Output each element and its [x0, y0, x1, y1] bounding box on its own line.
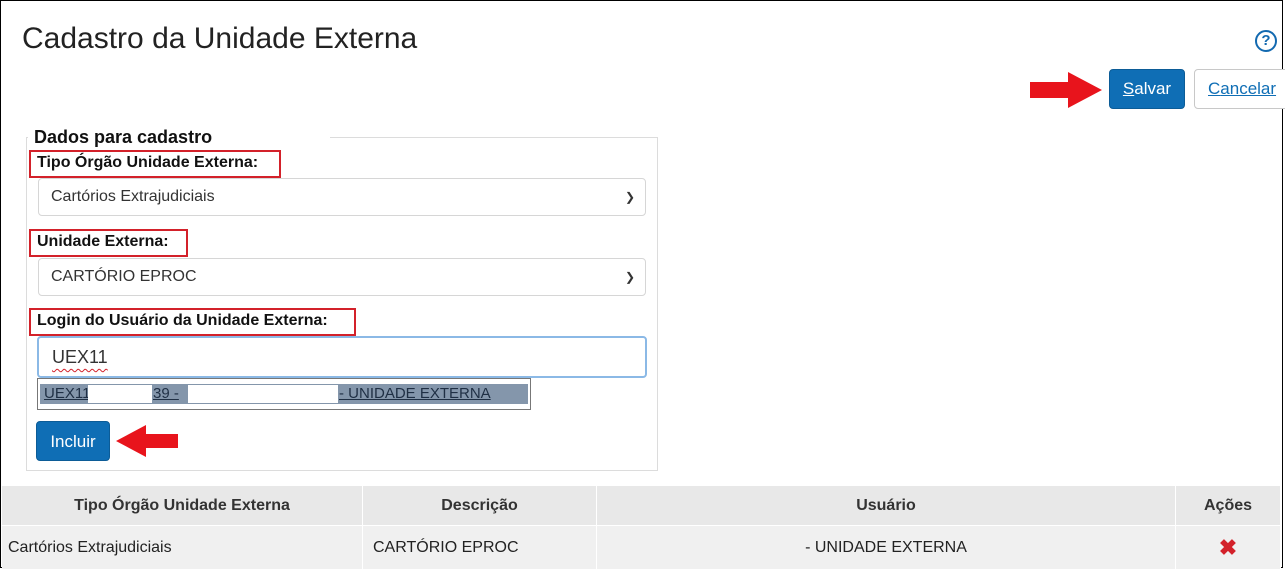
question-circle-icon[interactable]: ? [1255, 30, 1277, 52]
col-descricao-header: Descrição [362, 486, 597, 526]
col-acoes-header: Ações [1175, 486, 1281, 526]
tipo-orgao-select[interactable]: Cartórios Extrajudiciais ❯ [38, 178, 646, 216]
table-header-row: Tipo Órgão Unidade Externa Descrição Usu… [2, 486, 1281, 526]
arrow-right-icon [1030, 72, 1102, 108]
registrations-table: Tipo Órgão Unidade Externa Descrição Usu… [2, 486, 1281, 569]
delete-x-icon[interactable]: ✖ [1219, 535, 1237, 560]
chevron-down-icon: ❯ [624, 190, 635, 204]
suggestion-item[interactable]: UEX11 39 - - UNIDADE EXTERNA [40, 384, 528, 404]
cell-acoes: ✖ [1175, 525, 1281, 569]
arrow-left-icon [116, 425, 178, 457]
cell-descricao: CARTÓRIO EPROC [362, 525, 597, 569]
tipo-orgao-label: Tipo Órgão Unidade Externa: [37, 154, 259, 171]
unidade-externa-label: Unidade Externa: [37, 233, 169, 250]
chevron-down-icon: ❯ [624, 270, 635, 284]
cell-tipo: Cartórios Extrajudiciais [2, 525, 363, 569]
login-label: Login do Usuário da Unidade Externa: [37, 312, 328, 329]
col-usuario-header: Usuário [596, 486, 1176, 526]
login-input[interactable]: UEX11 [37, 336, 647, 378]
table-row: Cartórios Extrajudiciais CARTÓRIO EPROC … [2, 525, 1281, 569]
redacted-block [88, 385, 152, 403]
col-tipo-header: Tipo Órgão Unidade Externa [2, 486, 363, 526]
unidade-externa-select[interactable]: CARTÓRIO EPROC ❯ [38, 258, 646, 296]
autocomplete-dropdown: UEX11 39 - - UNIDADE EXTERNA [37, 378, 531, 410]
save-button[interactable]: Salvar [1109, 69, 1185, 109]
include-button[interactable]: Incluir [36, 421, 110, 461]
cancel-button[interactable]: Cancelar [1194, 69, 1285, 109]
cell-usuario: - UNIDADE EXTERNA [596, 525, 1176, 569]
redacted-block [188, 385, 338, 403]
form-legend: Dados para cadastro [34, 127, 213, 147]
page-title: Cadastro da Unidade Externa [22, 22, 418, 55]
